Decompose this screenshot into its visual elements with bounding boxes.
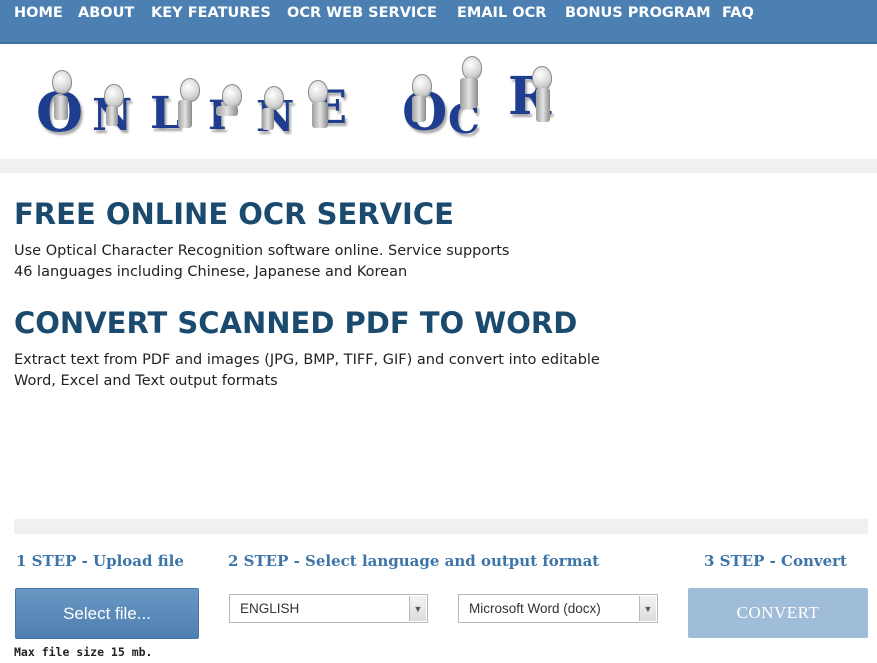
- format-select-value: Microsoft Word (docx): [469, 601, 601, 616]
- description-line: 46 languages including Chinese, Japanese…: [14, 264, 408, 280]
- language-select-value: ENGLISH: [240, 601, 300, 616]
- robot-bulb-icon: [222, 84, 242, 108]
- nav-home[interactable]: HOME: [14, 5, 63, 21]
- robot-icon: [262, 108, 274, 130]
- description-convert-pdf: Extract text from PDF and images (JPG, B…: [14, 350, 600, 392]
- nav-key-features[interactable]: KEY FEATURES: [151, 5, 271, 21]
- nav-about[interactable]: ABOUT: [78, 5, 134, 21]
- site-logo[interactable]: O N L I N E O C R: [0, 44, 877, 159]
- robot-bulb-icon: [532, 66, 552, 90]
- robot-icon: [54, 96, 68, 120]
- language-select[interactable]: ENGLISH ▼: [229, 594, 428, 623]
- robot-icon: [106, 106, 118, 126]
- nav-email-ocr[interactable]: EMAIL OCR: [457, 5, 546, 21]
- convert-button[interactable]: CONVERT: [688, 588, 868, 638]
- step-2-label: 2 STEP - Select language and output form…: [228, 552, 600, 570]
- step-1-label: 1 STEP - Upload file: [16, 552, 184, 570]
- robot-icon: [460, 78, 478, 108]
- robot-bulb-icon: [308, 80, 328, 104]
- heading-free-ocr: FREE ONLINE OCR SERVICE: [14, 197, 454, 231]
- format-select[interactable]: Microsoft Word (docx) ▼: [458, 594, 658, 623]
- robot-bulb-icon: [180, 78, 200, 102]
- robot-bulb-icon: [52, 70, 72, 94]
- heading-convert-pdf: CONVERT SCANNED PDF TO WORD: [14, 306, 578, 340]
- description-line: Word, Excel and Text output formats: [14, 373, 278, 389]
- robot-bulb-icon: [412, 74, 432, 98]
- nav-bonus-program[interactable]: BONUS PROGRAM: [565, 5, 711, 21]
- robot-icon: [312, 102, 328, 128]
- select-file-button[interactable]: Select file...: [15, 588, 199, 639]
- nav-ocr-web-service[interactable]: OCR WEB SERVICE: [287, 5, 437, 21]
- step-3-label: 3 STEP - Convert: [704, 552, 847, 570]
- description-line: Use Optical Character Recognition softwa…: [14, 243, 510, 259]
- robot-bulb-icon: [462, 56, 482, 80]
- robot-icon: [216, 106, 238, 116]
- robot-bulb-icon: [104, 84, 124, 108]
- robot-icon: [536, 88, 550, 122]
- description-free-ocr: Use Optical Character Recognition softwa…: [14, 241, 509, 283]
- section-divider: [0, 159, 877, 173]
- upload-divider: [14, 519, 868, 534]
- nav-faq[interactable]: FAQ: [722, 5, 754, 21]
- robot-bulb-icon: [264, 86, 284, 110]
- logo-letter-l: L: [150, 88, 181, 139]
- description-line: Extract text from PDF and images (JPG, B…: [14, 352, 600, 368]
- robot-icon: [412, 96, 426, 122]
- chevron-down-icon[interactable]: ▼: [409, 596, 426, 621]
- max-file-size-note: Max file size 15 mb.: [14, 645, 153, 659]
- chevron-down-icon[interactable]: ▼: [639, 596, 656, 621]
- robot-icon: [178, 100, 192, 128]
- top-nav: HOME ABOUT KEY FEATURES OCR WEB SERVICE …: [0, 0, 877, 44]
